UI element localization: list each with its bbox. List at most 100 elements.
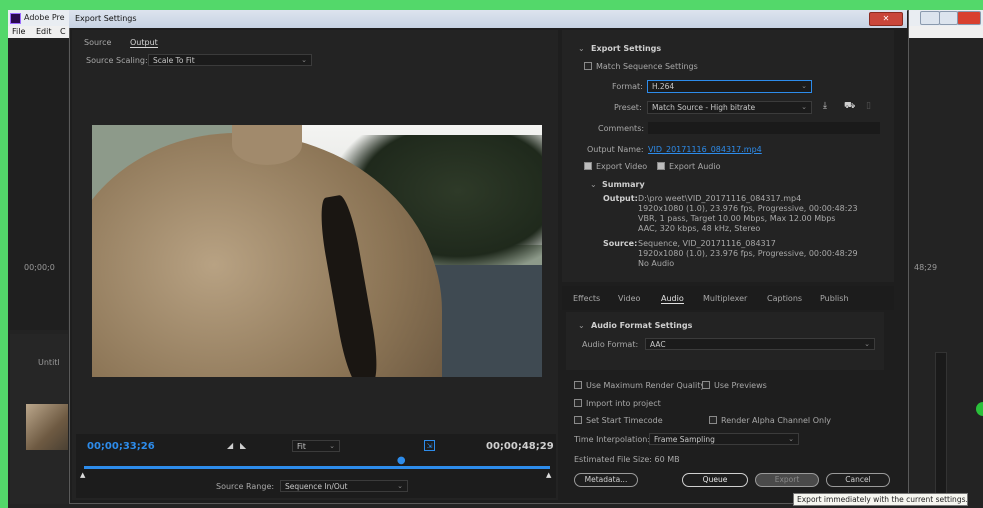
import-project-label: Import into project: [586, 399, 661, 408]
fit-value: Fit: [297, 442, 306, 451]
app-title: Adobe Pre: [24, 13, 65, 22]
summary-output-line: D:\pro weet\VID_20171116_084317.mp4: [638, 194, 802, 203]
audio-format-dropdown[interactable]: AAC ⌄: [645, 338, 875, 350]
max-render-label: Use Maximum Render Quality: [586, 381, 706, 390]
import-preset-icon[interactable]: ⛟: [844, 101, 855, 112]
chevron-down-icon: ⌄: [801, 82, 807, 90]
mark-in-icon[interactable]: ◢: [227, 441, 233, 450]
format-dropdown[interactable]: H.264 ⌄: [647, 80, 812, 93]
collapse-icon[interactable]: ⌄: [578, 44, 585, 53]
export-video-label: Export Video: [596, 162, 648, 171]
audio-format-header: Audio Format Settings: [591, 321, 693, 330]
summary-source-line: 1920x1080 (1.0), 23.976 fps, Progressive…: [638, 249, 858, 258]
cancel-button[interactable]: Cancel: [826, 473, 890, 487]
source-scaling-dropdown[interactable]: Scale To Fit ⌄: [148, 54, 312, 66]
metadata-button[interactable]: Metadata...: [574, 473, 638, 487]
project-thumbnail[interactable]: [26, 404, 68, 450]
use-previews-label: Use Previews: [714, 381, 767, 390]
dialog-title: Export Settings: [75, 14, 137, 23]
menu-edit[interactable]: Edit: [36, 27, 52, 36]
fit-dropdown[interactable]: Fit ⌄: [292, 440, 340, 452]
preset-value: Match Source - High bitrate: [652, 103, 756, 112]
timecode-out: 00;00;48;29: [486, 441, 554, 452]
app-left-timecode: 00;00;0: [24, 263, 55, 272]
render-alpha-label: Render Alpha Channel Only: [721, 416, 832, 425]
tab-publish[interactable]: Publish: [820, 294, 849, 303]
app-close-button[interactable]: [957, 11, 981, 25]
time-interpolation-value: Frame Sampling: [654, 435, 715, 444]
collapse-icon[interactable]: ⌄: [578, 321, 585, 330]
tab-audio[interactable]: Audio: [661, 294, 684, 304]
max-render-checkbox[interactable]: [574, 381, 582, 389]
chevron-down-icon: ⌄: [801, 103, 807, 111]
output-name-label: Output Name:: [587, 145, 644, 154]
premiere-logo-icon: [10, 13, 21, 24]
tab-captions[interactable]: Captions: [767, 294, 802, 303]
tab-multiplexer[interactable]: Multiplexer: [703, 294, 747, 303]
delete-preset-icon[interactable]: ▯: [866, 101, 871, 111]
dialog-titlebar: Export Settings ✕: [69, 10, 907, 28]
export-audio-label: Export Audio: [669, 162, 721, 171]
summary-output-line: AAC, 320 kbps, 48 kHz, Stereo: [638, 224, 761, 233]
save-preset-icon[interactable]: ⤓: [823, 101, 827, 111]
time-interpolation-label: Time Interpolation:: [574, 435, 651, 444]
render-alpha-checkbox[interactable]: [709, 416, 717, 424]
timeline-scrubber-track[interactable]: [84, 466, 550, 469]
tab-effects[interactable]: Effects: [573, 294, 600, 303]
export-button[interactable]: Export: [755, 473, 819, 487]
export-audio-checkbox[interactable]: [657, 162, 665, 170]
comments-input[interactable]: [648, 122, 880, 134]
dog-ear: [232, 125, 302, 165]
queue-button[interactable]: Queue: [682, 473, 748, 487]
source-scaling-label: Source Scaling:: [86, 56, 148, 65]
summary-header: Summary: [602, 180, 645, 189]
format-value: H.264: [652, 82, 675, 91]
summary-output-line: VBR, 1 pass, Target 10.00 Mbps, Max 12.0…: [638, 214, 836, 223]
menu-file[interactable]: File: [12, 27, 25, 36]
use-previews-checkbox[interactable]: [702, 381, 710, 389]
timecode-in[interactable]: 00;00;33;26: [87, 441, 155, 452]
comments-label: Comments:: [598, 124, 645, 133]
output-name-link[interactable]: VID_20171116_084317.mp4: [648, 145, 762, 154]
chevron-down-icon: ⌄: [864, 340, 870, 348]
set-start-timecode-checkbox[interactable]: [574, 416, 582, 424]
source-scaling-value: Scale To Fit: [153, 56, 195, 65]
minimize-button[interactable]: [920, 11, 940, 25]
aspect-icon[interactable]: ⇲: [424, 440, 435, 451]
export-settings-header: Export Settings: [591, 44, 662, 53]
source-range-label: Source Range:: [216, 482, 275, 491]
estimated-file-size: Estimated File Size: 60 MB: [574, 455, 680, 464]
audio-format-value: AAC: [650, 340, 666, 349]
dialog-close-button[interactable]: ✕: [869, 12, 903, 26]
mark-out-icon[interactable]: ◣: [240, 441, 246, 450]
green-status-icon: [976, 402, 983, 416]
export-tooltip: Export immediately with the current sett…: [793, 493, 968, 506]
preset-dropdown[interactable]: Match Source - High bitrate ⌄: [647, 101, 812, 114]
match-sequence-checkbox[interactable]: [584, 62, 592, 70]
project-item-label: Untitl: [38, 358, 60, 367]
export-video-checkbox[interactable]: [584, 162, 592, 170]
import-project-checkbox[interactable]: [574, 399, 582, 407]
playhead-handle[interactable]: ●: [397, 455, 406, 466]
in-point-marker[interactable]: ▲: [80, 471, 85, 479]
chevron-down-icon: ⌄: [329, 442, 335, 450]
tab-source[interactable]: Source: [84, 38, 111, 47]
time-interpolation-dropdown[interactable]: Frame Sampling ⌄: [649, 433, 799, 445]
summary-output-line: 1920x1080 (1.0), 23.976 fps, Progressive…: [638, 204, 858, 213]
summary-output-label: Output:: [603, 194, 638, 203]
source-range-dropdown[interactable]: Sequence In/Out ⌄: [280, 480, 408, 492]
match-sequence-label: Match Sequence Settings: [596, 62, 698, 71]
tab-video[interactable]: Video: [618, 294, 640, 303]
menu-clip[interactable]: C: [60, 27, 66, 36]
out-point-marker[interactable]: ▲: [546, 471, 551, 479]
app-right-timecode: 48;29: [914, 263, 938, 272]
chevron-down-icon: ⌄: [301, 56, 307, 64]
summary-source-line: No Audio: [638, 259, 675, 268]
tab-output[interactable]: Output: [130, 38, 158, 48]
summary-source-label: Source:: [603, 239, 638, 248]
audio-meter: [935, 352, 947, 502]
maximize-button[interactable]: [939, 11, 958, 25]
collapse-icon[interactable]: ⌄: [590, 180, 597, 189]
chevron-down-icon: ⌄: [788, 435, 794, 443]
left-timeline-panel: [10, 40, 68, 330]
